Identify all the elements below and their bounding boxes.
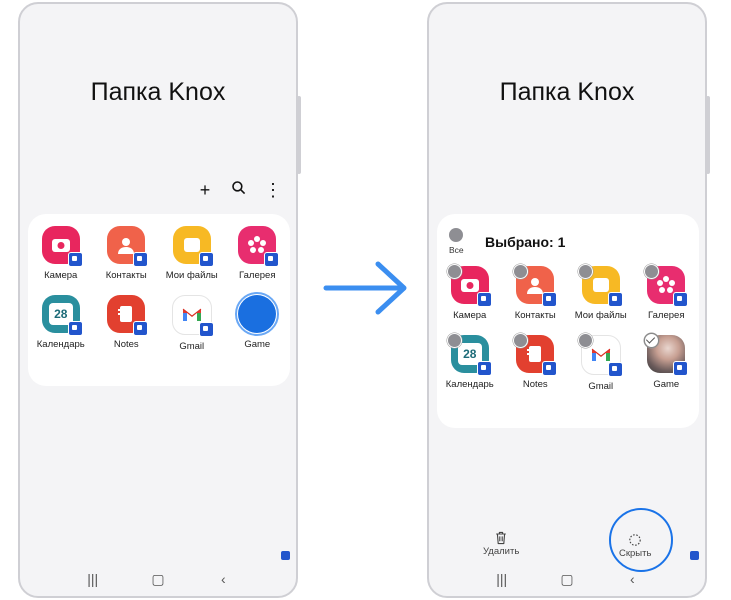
selected-count: Выбрано: 1 bbox=[485, 234, 566, 250]
selection-checkbox[interactable] bbox=[643, 333, 659, 348]
app-notes[interactable]: Notes bbox=[503, 333, 569, 392]
knox-badge-icon bbox=[607, 362, 623, 377]
app-contacts[interactable]: Контакты bbox=[503, 264, 569, 321]
app-label: Календарь bbox=[36, 339, 85, 350]
knox-badge-icon bbox=[542, 292, 558, 307]
app-grid: Камера Контакты Мои файлы Галерея 28 Календар… bbox=[28, 226, 290, 352]
app-calendar[interactable]: 28 Календарь bbox=[28, 295, 94, 352]
search-icon[interactable] bbox=[230, 180, 248, 201]
folder-title: Папка Knox bbox=[499, 78, 635, 106]
navigation-bar: ||| ▢ ‹ bbox=[429, 571, 705, 588]
app-panel: Камера Контакты Мои файлы Галерея 28 Календар… bbox=[28, 214, 290, 386]
app-label: Gmail bbox=[179, 341, 205, 352]
selection-checkbox[interactable] bbox=[643, 264, 659, 279]
select-all-label: Все bbox=[449, 245, 464, 255]
bottom-action-bar: Удалить Скрыть bbox=[429, 504, 705, 572]
home-icon[interactable]: ▢ bbox=[552, 571, 582, 588]
app-game[interactable]: Game bbox=[225, 292, 291, 352]
app-gallery[interactable]: Галерея bbox=[634, 264, 700, 321]
camera-icon bbox=[41, 226, 83, 267]
app-folder[interactable]: Мои файлы bbox=[159, 226, 225, 281]
app-notes[interactable]: Notes bbox=[94, 295, 160, 352]
app-label: Game bbox=[653, 379, 680, 390]
app-camera[interactable]: Камера bbox=[437, 264, 503, 321]
app-gallery[interactable]: Галерея bbox=[225, 226, 291, 281]
trash-icon bbox=[496, 531, 506, 545]
knox-badge-icon bbox=[281, 551, 290, 560]
navigation-bar: ||| ▢ ‹ bbox=[20, 571, 296, 588]
back-icon[interactable]: ‹ bbox=[208, 571, 238, 588]
calendar-icon: 28 bbox=[41, 295, 83, 336]
hide-icon bbox=[629, 534, 641, 546]
knox-badge-icon bbox=[133, 252, 149, 267]
selection-checkbox[interactable] bbox=[447, 333, 462, 348]
selection-checkbox[interactable] bbox=[447, 264, 462, 279]
delete-label: Удалить bbox=[483, 546, 520, 557]
recents-icon[interactable]: ||| bbox=[78, 571, 108, 588]
selection-checkbox[interactable] bbox=[512, 264, 528, 279]
knox-badge-icon bbox=[673, 292, 689, 307]
left-phone-screen: Папка Knox + ⋮ Камера Контакты Мои файлы Га… bbox=[18, 2, 301, 598]
app-label: Notes bbox=[113, 339, 139, 350]
knox-badge-icon bbox=[198, 252, 214, 267]
app-camera[interactable]: Камера bbox=[28, 226, 94, 281]
knox-badge-icon bbox=[264, 252, 280, 267]
knox-badge-icon bbox=[542, 361, 558, 376]
app-label: Мои файлы bbox=[165, 270, 218, 281]
app-folder[interactable]: Мои файлы bbox=[568, 264, 634, 321]
app-grid: Камера Контакты Мои файлы Галерея 28 Календар… bbox=[437, 264, 700, 392]
selection-checkbox[interactable] bbox=[512, 333, 528, 348]
app-label: Gmail bbox=[588, 381, 614, 392]
app-contacts[interactable]: Контакты bbox=[94, 226, 160, 281]
folder-toolbar: + ⋮ bbox=[196, 180, 282, 201]
selection-checkbox[interactable] bbox=[578, 264, 593, 279]
home-icon[interactable]: ▢ bbox=[143, 571, 173, 588]
app-calendar[interactable]: 28 Календарь bbox=[437, 333, 503, 392]
notes-icon bbox=[107, 295, 149, 336]
knox-badge-icon bbox=[476, 292, 492, 307]
delete-button[interactable]: Удалить bbox=[483, 530, 519, 557]
app-label: Галерея bbox=[648, 310, 685, 321]
arrow-right-icon bbox=[323, 261, 407, 315]
app-panel: Все Выбрано: 1 Камера Контакты Мои файлы Га… bbox=[437, 214, 699, 428]
knox-badge-icon bbox=[673, 361, 689, 376]
knox-badge-icon bbox=[198, 322, 214, 337]
knox-badge-icon bbox=[133, 321, 149, 336]
selection-checkbox[interactable] bbox=[578, 333, 593, 348]
app-label: Контакты bbox=[105, 270, 147, 281]
app-label: Галерея bbox=[239, 270, 276, 281]
app-label: Мои файлы bbox=[574, 310, 627, 321]
knox-badge-icon bbox=[690, 551, 699, 560]
app-game[interactable]: Game bbox=[634, 333, 700, 392]
app-label: Камера bbox=[453, 310, 487, 321]
back-icon[interactable]: ‹ bbox=[617, 571, 647, 588]
knox-badge-icon bbox=[67, 252, 83, 267]
app-gmail[interactable]: Gmail bbox=[568, 333, 634, 392]
more-vertical-icon[interactable]: ⋮ bbox=[264, 180, 282, 201]
gmail-icon bbox=[171, 295, 214, 337]
app-gmail[interactable]: Gmail bbox=[159, 295, 225, 352]
recents-icon[interactable]: ||| bbox=[487, 571, 517, 588]
side-button bbox=[297, 96, 301, 174]
contacts-icon bbox=[107, 226, 149, 267]
gallery-icon bbox=[238, 226, 280, 267]
app-label: Контакты bbox=[514, 310, 556, 321]
hide-button[interactable]: Скрыть bbox=[619, 532, 651, 559]
app-label: Notes bbox=[522, 379, 548, 390]
game-icon bbox=[235, 292, 280, 336]
select-all-checkbox[interactable]: Все bbox=[449, 228, 464, 255]
side-button bbox=[706, 96, 710, 174]
folder-title: Папка Knox bbox=[90, 78, 226, 106]
knox-badge-icon bbox=[476, 361, 492, 376]
plus-icon[interactable]: + bbox=[196, 180, 214, 201]
app-label: Game bbox=[244, 339, 271, 350]
hide-label: Скрыть bbox=[619, 548, 652, 559]
right-phone-screen: Папка Knox Все Выбрано: 1 Камера Контакты… bbox=[427, 2, 710, 598]
folder-icon bbox=[172, 226, 214, 267]
app-label: Камера bbox=[44, 270, 78, 281]
app-label: Календарь bbox=[445, 379, 494, 390]
select-all-circle bbox=[449, 228, 464, 242]
knox-badge-icon bbox=[607, 292, 623, 307]
knox-badge-icon bbox=[67, 321, 83, 336]
